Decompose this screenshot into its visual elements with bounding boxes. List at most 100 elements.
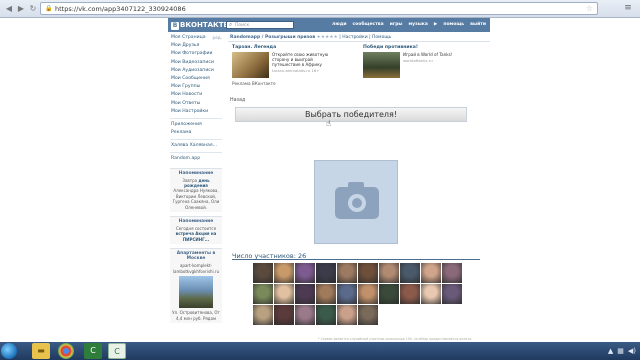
sidebar-divider: [170, 139, 222, 141]
network-icon[interactable]: ▦: [617, 345, 624, 357]
vk-logo[interactable]: В ВКОНТАКТЕ: [171, 20, 228, 30]
sidebar-item-ads[interactable]: Реклама: [168, 129, 224, 137]
reminder-text: Завтра день рождения Александра Нуякова,…: [172, 177, 220, 210]
participant-avatar[interactable]: [295, 284, 315, 304]
vk-header: В ВКОНТАКТЕ ⌕ Поиск люди сообщества игры …: [168, 18, 490, 32]
participant-avatar[interactable]: [253, 305, 273, 325]
web-page: В ВКОНТАКТЕ ⌕ Поиск люди сообщества игры …: [0, 18, 640, 342]
nav-games[interactable]: игры: [390, 21, 403, 29]
address-url[interactable]: https://vk.com/app3407122_330924086: [55, 5, 186, 14]
sidebar-item-settings[interactable]: Мои Настройки: [168, 108, 224, 116]
explorer-folder-icon[interactable]: ▬: [32, 343, 50, 359]
participants-header: Число участников: 26: [232, 252, 480, 260]
left-sidebar: Моя Страница ред. Мои Друзья Мои Фотограф…: [168, 34, 224, 323]
participant-avatar[interactable]: [337, 305, 357, 325]
reminder-title: Напоминание: [178, 219, 214, 225]
sidebar-item-news[interactable]: Мои Новости: [168, 91, 224, 99]
participant-avatar[interactable]: [337, 263, 357, 283]
back-arrow-icon[interactable]: ◀: [4, 4, 14, 14]
camtasia-icon[interactable]: C: [84, 343, 102, 359]
nav-help[interactable]: помощь: [443, 21, 464, 29]
reminder-event: Напоминание Сегодня состоится встреча Ак…: [170, 216, 222, 245]
participant-avatar[interactable]: [358, 305, 378, 325]
volume-icon[interactable]: ◀): [628, 345, 636, 357]
ad-caption: Ул. Островитянова, От 4,4 млн руб. Рядом: [172, 310, 220, 321]
chrome-icon[interactable]: [58, 343, 74, 359]
participants-count: Число участников: 26: [232, 252, 307, 260]
winner-photo-placeholder: [314, 160, 398, 244]
sidebar-item-answers[interactable]: Мои Ответы: [168, 100, 224, 108]
participant-avatar[interactable]: [274, 284, 294, 304]
nav-play-icon[interactable]: ▶: [434, 21, 437, 29]
camera-icon: [335, 182, 379, 219]
participant-avatar[interactable]: [421, 263, 441, 283]
participant-avatar[interactable]: [442, 263, 462, 283]
raffle-area: Число участников: 26 * Сервис является с…: [228, 34, 490, 344]
system-tray: ▲ ▦ ◀): [608, 345, 636, 357]
sidebar-item-audio[interactable]: Мои Аудиозаписи: [168, 67, 224, 75]
participant-avatar[interactable]: [316, 263, 336, 283]
sidebar-divider: [170, 117, 222, 119]
browser-menu-icon[interactable]: ≡: [622, 3, 634, 14]
participant-avatar[interactable]: [316, 284, 336, 304]
participant-avatar[interactable]: [295, 263, 315, 283]
sidebar-item-freebie[interactable]: Халява Халявная...: [168, 142, 224, 150]
camera-lens: [348, 194, 366, 212]
sidebar-item-friends[interactable]: Мои Друзья: [168, 42, 224, 50]
sidebar-item-groups[interactable]: Мои Группы: [168, 83, 224, 91]
top-nav: люди сообщества игры музыка ▶ помощь вый…: [332, 21, 486, 29]
ad-source: apart-komplekt-lambotkvgkhfovrishi.ru: [172, 263, 220, 274]
ad-image[interactable]: [179, 276, 213, 309]
participant-avatar[interactable]: [358, 284, 378, 304]
search-placeholder: Поиск: [235, 23, 250, 28]
participant-avatar[interactable]: [253, 284, 273, 304]
browser-toolbar: ◀ ▶ ↻ 🔒 https://vk.com/app3407122_330924…: [0, 0, 640, 18]
participants-grid: [253, 263, 463, 325]
vk-logo-mark: В: [171, 22, 179, 30]
vk-logo-text: ВКОНТАКТЕ: [180, 21, 229, 29]
participant-avatar[interactable]: [274, 305, 294, 325]
bookmark-star-icon[interactable]: ☆: [586, 4, 593, 14]
sidebar-item-my-page[interactable]: Моя Страница ред.: [168, 34, 224, 42]
sidebar-item-random-app[interactable]: Random.app: [168, 155, 224, 163]
participant-avatar[interactable]: [442, 284, 462, 304]
participant-avatar[interactable]: [337, 284, 357, 304]
edit-link[interactable]: ред.: [213, 34, 222, 42]
sidebar-item-messages[interactable]: Мои Сообщения: [168, 75, 224, 83]
participant-avatar[interactable]: [400, 284, 420, 304]
nav-communities[interactable]: сообщества: [353, 21, 384, 29]
reminder-text: Сегодня состоится встреча Акция на ПИРСИ…: [175, 226, 217, 242]
sidebar-divider: [170, 152, 222, 154]
participant-avatar[interactable]: [358, 263, 378, 283]
lock-icon: 🔒: [45, 5, 53, 12]
reminder-title: Напоминание: [178, 170, 214, 176]
start-button[interactable]: [1, 343, 17, 359]
tray-arrow-icon[interactable]: ▲: [608, 345, 613, 357]
sidebar-item-photos[interactable]: Мои Фотографии: [168, 50, 224, 58]
sidebar-item-apps[interactable]: Приложения: [168, 121, 224, 129]
reminder-birthday: Напоминание Завтра день рождения Алексан…: [170, 167, 222, 213]
sidebar-ad[interactable]: Апартаменты в Москве apart-komplekt-lamb…: [170, 248, 222, 323]
participant-avatar[interactable]: [274, 263, 294, 283]
participant-avatar[interactable]: [400, 263, 420, 283]
nav-logout[interactable]: выйти: [470, 21, 486, 29]
camtasia-recorder-icon[interactable]: C: [108, 343, 126, 359]
search-icon: ⌕: [229, 21, 233, 28]
reminder-link[interactable]: встреча Акция на ПИРСИНГ...: [176, 231, 217, 241]
forward-arrow-icon[interactable]: ▶: [16, 4, 26, 14]
ad-title[interactable]: Апартаменты в Москве: [172, 251, 220, 261]
address-bar[interactable]: 🔒 https://vk.com/app3407122_330924086 ☆: [40, 2, 598, 15]
footnote: * Сервис является случайный участник роз…: [318, 337, 473, 341]
participant-avatar[interactable]: [379, 263, 399, 283]
reload-icon[interactable]: ↻: [28, 4, 38, 14]
windows-taskbar: ▬ C C ▲ ▦ ◀): [0, 342, 640, 360]
nav-people[interactable]: люди: [332, 21, 346, 29]
participant-avatar[interactable]: [379, 284, 399, 304]
participant-avatar[interactable]: [295, 305, 315, 325]
participant-avatar[interactable]: [253, 263, 273, 283]
search-input[interactable]: ⌕ Поиск: [226, 21, 294, 29]
sidebar-item-videos[interactable]: Мои Видеозаписи: [168, 59, 224, 67]
participant-avatar[interactable]: [316, 305, 336, 325]
participant-avatar[interactable]: [421, 284, 441, 304]
nav-music[interactable]: музыка: [409, 21, 428, 29]
